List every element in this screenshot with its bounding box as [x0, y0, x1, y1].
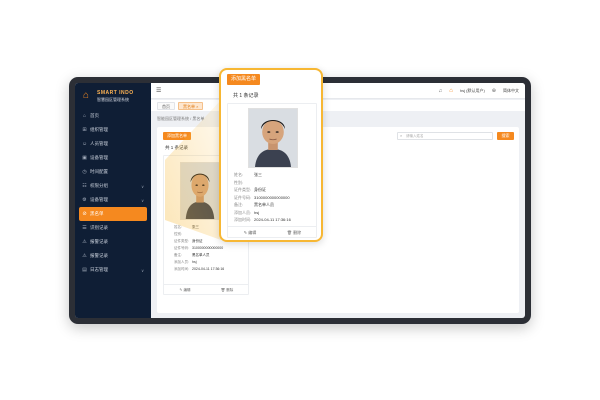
sidebar-item-label: 人员管理 [90, 141, 108, 146]
person-photo-zoom [248, 108, 298, 168]
search-button[interactable]: 搜索 [497, 132, 514, 140]
top-bar: ☰ ♫ ⌂ hsj (默认用户) ⊕ 简体中文 [151, 83, 525, 99]
home-icon: ⌂ [82, 112, 87, 119]
logo: ⌂ SMART INDO 智慧园区管理系统 [75, 83, 151, 109]
field-row: 证件号码: 3100000000000000 [234, 194, 290, 200]
chevron-down-icon: ∨ [141, 183, 144, 189]
sidebar-item-label: 组织管理 [90, 127, 108, 132]
field-row: 证件号码: 3100000000000000 [174, 246, 224, 250]
sidebar-item-org[interactable]: ⊞ 组织管理 [75, 123, 151, 137]
card-fields-zoom: 姓名: 张三 性别: 证件类型: 身份证 证件号码: 3100000000000000… [234, 171, 316, 224]
menu-toggle-icon[interactable]: ☰ [156, 87, 161, 94]
sidebar-item-label: 设备管理 [90, 197, 108, 202]
sidebar-item-label: 时间配置 [90, 169, 108, 174]
field-row: 备注: 黑名单人员 [234, 202, 274, 207]
logo-text-en: SMART INDO [97, 89, 134, 96]
record-count-zoom: 共 1 条记录 [233, 93, 259, 99]
field-row: 添加人员: hsj [234, 209, 260, 215]
blacklist-panel: 添加黑名单 ⌕ 请输入姓名 搜索 共 1 条记录 姓名: 张三 性别: 证件类型… [157, 127, 519, 313]
sidebar: ⌂ SMART INDO 智慧园区管理系统 ⌂ 首页 ⊞ 组织管理 ☺ 人员管理 ▣ 设… [75, 83, 151, 318]
field-row: 证件类型: 身份证 [234, 187, 266, 192]
field-row: 姓名: 张三 [234, 172, 262, 177]
blacklist-card-zoom: 姓名: 张三 性别: 证件类型: 身份证 证件号码: 3100000000000000… [227, 103, 317, 238]
user-name[interactable]: hsj (默认用户) [460, 88, 485, 94]
field-row: 添加时间: 2024-04-11 17:36:16 [234, 217, 291, 222]
org-icon: ⊞ [82, 126, 87, 133]
delete-button-zoom[interactable]: 🗑 删除 [272, 227, 316, 237]
card-actions-zoom: ✎ 编辑 🗑 删除 [228, 226, 316, 237]
sidebar-item-record[interactable]: ☰ 识别记录 [75, 221, 151, 235]
breadcrumb: 智能园区管理系统 / 黑名单 [157, 116, 205, 121]
sidebar-item-device[interactable]: ▣ 设备管理 [75, 151, 151, 165]
alarm-icon: ⚠ [82, 252, 87, 259]
sidebar-item-blacklist[interactable]: ⊘ 黑名单 [79, 207, 147, 221]
sidebar-menu: ⌂ 首页 ⊞ 组织管理 ☺ 人员管理 ▣ 设备管理 ◷ 时间配置 ☷ 权限分组 ∨ ⚙ 设备管理… [75, 109, 151, 277]
sidebar-item-label: 权限分组 [90, 183, 108, 188]
language-selector[interactable]: 简体中文 [503, 88, 519, 94]
device-icon: ⚙ [82, 196, 87, 203]
sidebar-item-device-2[interactable]: ⚙ 设备管理 ∨ [75, 193, 151, 207]
card-actions: ✎ 编辑 🗑 删除 [164, 284, 248, 294]
person-icon: ☺ [82, 140, 88, 147]
sidebar-item-label: 报警记录 [90, 253, 108, 258]
logo-mark-icon: ⌂ [83, 90, 90, 101]
record-icon: ☰ [82, 224, 87, 231]
delete-button[interactable]: 🗑 删除 [206, 285, 248, 294]
sidebar-item-label: 识别记录 [90, 225, 108, 230]
field-row: 备注: 黑名单人员 [174, 253, 210, 257]
chevron-down-icon: ∨ [141, 267, 144, 273]
user-avatar-icon[interactable]: ⌂ [449, 88, 453, 94]
sidebar-item-label: 报警记录 [90, 239, 108, 244]
tabs-bar: 首页 黑名单 × [151, 100, 525, 111]
sidebar-item-alarm[interactable]: ⚠ 报警记录 [75, 235, 151, 249]
sidebar-item-time[interactable]: ◷ 时间配置 [75, 165, 151, 179]
blacklist-icon: ⊘ [82, 210, 87, 217]
edit-button-zoom[interactable]: ✎ 编辑 [228, 227, 272, 237]
search-icon: ⌕ [400, 133, 403, 138]
search-input[interactable]: ⌕ 请输入姓名 [397, 132, 493, 140]
sidebar-item-alarm-2[interactable]: ⚠ 报警记录 [75, 249, 151, 263]
tab-blacklist[interactable]: 黑名单 × [178, 101, 204, 110]
sidebar-item-permission[interactable]: ☷ 权限分组 ∨ [75, 179, 151, 193]
add-blacklist-button-zoom[interactable]: 添加黑名单 [227, 74, 261, 85]
bell-icon[interactable]: ♫ [439, 88, 443, 94]
tab-home[interactable]: 首页 [157, 101, 175, 110]
clock-icon: ◷ [82, 168, 87, 175]
chevron-down-icon: ∨ [141, 197, 144, 203]
search-placeholder: 请输入姓名 [406, 134, 424, 138]
sidebar-item-label: 黑名单 [90, 211, 104, 216]
device-icon: ▣ [82, 154, 87, 161]
log-icon: ▤ [82, 266, 87, 273]
field-row: 添加时间: 2024-04-11 17:36:16 [174, 267, 225, 271]
sidebar-item-label: 日志管理 [90, 267, 108, 272]
field-row: 性别: [234, 179, 244, 185]
field-row: 添加人员: hsj [174, 260, 197, 264]
sidebar-item-log[interactable]: ▤ 日志管理 ∨ [75, 263, 151, 277]
person-photo [180, 162, 220, 220]
permission-icon: ☷ [82, 182, 87, 189]
logo-text-cn: 智慧园区管理系统 [97, 96, 129, 102]
alarm-icon: ⚠ [82, 238, 87, 245]
record-count: 共 1 条记录 [165, 145, 189, 150]
sidebar-item-person[interactable]: ☺ 人员管理 [75, 137, 151, 151]
add-blacklist-button[interactable]: 添加黑名单 [163, 132, 191, 140]
stage: ⌂ SMART INDO 智慧园区管理系统 ⌂ 首页 ⊞ 组织管理 ☺ 人员管理 ▣ 设… [0, 0, 600, 400]
sidebar-item-home[interactable]: ⌂ 首页 [75, 109, 151, 123]
zoom-callout: 添加黑名单 共 1 条记录 姓名: 张三 性别: 证件类型: 身份证 证件号码:… [219, 68, 323, 242]
sidebar-item-label: 设备管理 [90, 155, 108, 160]
sidebar-item-label: 首页 [90, 113, 99, 118]
globe-icon[interactable]: ⊕ [492, 88, 496, 94]
edit-button[interactable]: ✎ 编辑 [164, 285, 206, 294]
